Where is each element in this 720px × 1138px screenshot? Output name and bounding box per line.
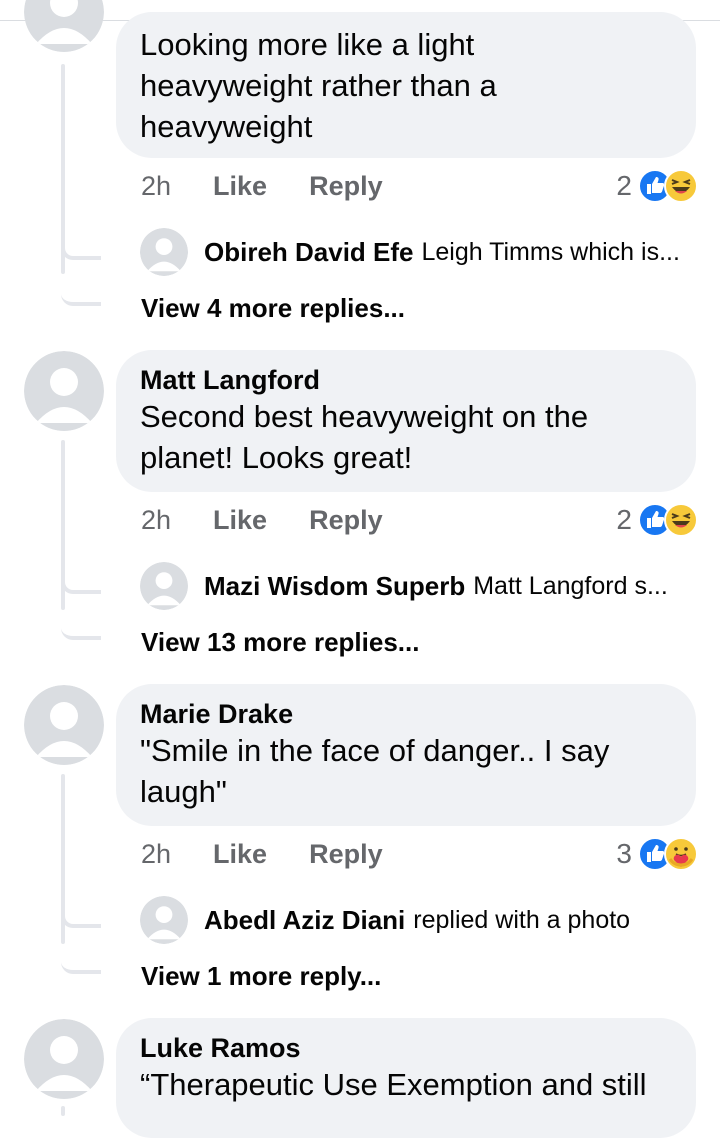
- reply-text: Matt Langford s...: [473, 571, 668, 600]
- care-icon: [664, 837, 698, 871]
- reply-author[interactable]: Abedl Aziz Diani: [204, 905, 405, 936]
- thread-line: [61, 1106, 65, 1116]
- reply-button[interactable]: Reply: [309, 839, 383, 870]
- avatar[interactable]: [140, 562, 188, 610]
- reply-preview[interactable]: Mazi Wisdom Superb Matt Langford s...: [140, 562, 668, 610]
- reply-preview[interactable]: Abedl Aziz Diani replied with a photo: [140, 896, 630, 944]
- comment-time: 2h: [141, 170, 172, 201]
- comment-author[interactable]: Matt Langford: [140, 364, 672, 396]
- reply-preview[interactable]: Obireh David Efe Leigh Timms which is...: [140, 228, 680, 276]
- reply-text: Leigh Timms which is...: [421, 237, 680, 266]
- reaction-summary[interactable]: 2: [616, 168, 698, 204]
- comment-text: Second best heavyweight on the planet! L…: [140, 399, 589, 475]
- thread-connector: [61, 904, 101, 928]
- view-more-replies[interactable]: View 1 more reply...: [141, 958, 381, 994]
- reaction-summary[interactable]: 2: [616, 502, 698, 538]
- thread-connector: [61, 570, 101, 594]
- reaction-count: 3: [616, 838, 632, 869]
- view-more-replies[interactable]: View 4 more replies...: [141, 290, 405, 326]
- comment-bubble[interactable]: Marie Drake "Smile in the face of danger…: [116, 684, 696, 826]
- reply-text: replied with a photo: [413, 905, 631, 934]
- comment-author[interactable]: Marie Drake: [140, 698, 672, 730]
- avatar[interactable]: [140, 896, 188, 944]
- reply-button[interactable]: Reply: [309, 505, 383, 536]
- avatar[interactable]: [140, 228, 188, 276]
- haha-icon: [664, 503, 698, 537]
- reply-author[interactable]: Mazi Wisdom Superb: [204, 571, 465, 602]
- like-button[interactable]: Like: [213, 171, 267, 202]
- comment-text: Looking more like a light heavyweight ra…: [140, 27, 497, 144]
- comment-bubble[interactable]: Matt Langford Second best heavyweight on…: [116, 350, 696, 492]
- like-button[interactable]: Like: [213, 839, 267, 870]
- comment-actions: 2h Like Reply: [141, 502, 383, 538]
- comment-actions: 2h Like Reply: [141, 168, 383, 204]
- avatar[interactable]: [24, 1019, 104, 1099]
- comment-bubble[interactable]: Looking more like a light heavyweight ra…: [116, 12, 696, 158]
- comment-time: 2h: [141, 504, 172, 535]
- reaction-count: 2: [616, 170, 632, 201]
- thread-connector: [61, 236, 101, 260]
- thread-connector: [61, 616, 101, 640]
- comment-actions: 2h Like Reply: [141, 836, 383, 872]
- view-more-replies[interactable]: View 13 more replies...: [141, 624, 419, 660]
- reply-author[interactable]: Obireh David Efe: [204, 237, 414, 268]
- avatar[interactable]: [24, 685, 104, 765]
- avatar[interactable]: [24, 351, 104, 431]
- comment-bubble[interactable]: Luke Ramos “Therapeutic Use Exemption an…: [116, 1018, 696, 1138]
- comment-text: “Therapeutic Use Exemption and still: [140, 1067, 647, 1102]
- thread-connector: [61, 950, 101, 974]
- comment-time: 2h: [141, 838, 172, 869]
- reaction-summary[interactable]: 3: [616, 836, 698, 872]
- reply-button[interactable]: Reply: [309, 171, 383, 202]
- reaction-count: 2: [616, 504, 632, 535]
- haha-icon: [664, 169, 698, 203]
- comment-author[interactable]: Luke Ramos: [140, 1032, 672, 1064]
- avatar[interactable]: [24, 0, 104, 52]
- like-button[interactable]: Like: [213, 505, 267, 536]
- thread-connector: [61, 282, 101, 306]
- comment-text: "Smile in the face of danger.. I say lau…: [140, 733, 610, 809]
